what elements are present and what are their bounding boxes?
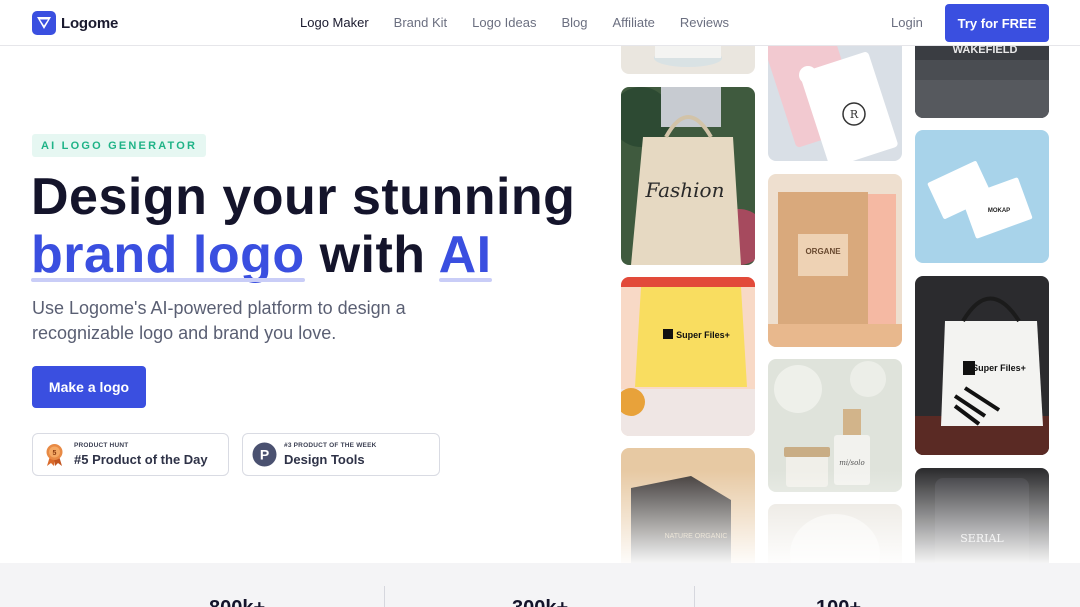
mockup-misolo-cosmetics-image: mi/solo bbox=[768, 359, 902, 492]
nav-blog[interactable]: Blog bbox=[561, 15, 587, 30]
producthunt-icon: P bbox=[252, 442, 277, 467]
hero-subtitle: Use Logome's AI-powered platform to desi… bbox=[32, 298, 406, 343]
mockup-text: Fashion bbox=[645, 178, 725, 202]
award-card-product-of-week[interactable]: P #3 PRODUCT OF THE WEEK Design Tools bbox=[242, 433, 440, 476]
nav-brand-kit[interactable]: Brand Kit bbox=[394, 15, 447, 30]
award-label: PRODUCT HUNT bbox=[74, 442, 129, 449]
mockup-text: mi/solo bbox=[839, 459, 865, 467]
mockup-super-files-tote-image: Super Files+ bbox=[915, 276, 1049, 455]
nav-reviews[interactable]: Reviews bbox=[680, 15, 729, 30]
login-link[interactable]: Login bbox=[891, 15, 923, 30]
award-title: #5 Product of the Day bbox=[74, 452, 208, 467]
mockup-text: ORGANE bbox=[805, 247, 841, 256]
nav-logo-ideas[interactable]: Logo Ideas bbox=[472, 15, 536, 30]
svg-text:R: R bbox=[850, 108, 859, 121]
stat-divider bbox=[694, 586, 695, 607]
mockup-gallery: Fashion Super Files+ NATURE ORGANIC R OR… bbox=[621, 0, 1051, 563]
mockup-text: Super Files+ bbox=[972, 363, 1026, 373]
stat-divider bbox=[384, 586, 385, 607]
top-nav-bar: Logome Logo Maker Brand Kit Logo Ideas B… bbox=[0, 0, 1080, 46]
main-nav: Logo Maker Brand Kit Logo Ideas Blog Aff… bbox=[300, 15, 754, 30]
award-card-product-of-day[interactable]: 5 PRODUCT HUNT #5 Product of the Day bbox=[32, 433, 229, 476]
mockup-mokap-cards-image: MOKAP bbox=[915, 130, 1049, 263]
nav-logo-maker[interactable]: Logo Maker bbox=[300, 15, 369, 30]
mockup-text: MOKAP bbox=[988, 208, 1010, 214]
hero-title-with: with bbox=[319, 226, 426, 284]
award-label: #3 PRODUCT OF THE WEEK bbox=[284, 442, 377, 449]
stat-value: 300k+ bbox=[512, 597, 568, 607]
stat-value: 100+ bbox=[816, 597, 861, 607]
try-for-free-button[interactable]: Try for FREE bbox=[945, 4, 1049, 42]
brand-logo[interactable]: Logome bbox=[32, 11, 118, 35]
hero-title: Design your stunning brand logo with AI bbox=[31, 168, 575, 284]
mockup-serial-bottle-image: SERIAL bbox=[915, 468, 1049, 563]
hero-title-accent-brand-logo: brand logo bbox=[31, 226, 305, 284]
mockup-fashion-tote-image: Fashion bbox=[621, 87, 755, 265]
hero-title-accent-ai: AI bbox=[438, 226, 492, 284]
mockup-cap-image bbox=[768, 504, 902, 563]
mockup-text: SERIAL bbox=[960, 532, 1004, 545]
make-a-logo-button[interactable]: Make a logo bbox=[32, 366, 146, 408]
logome-logo-icon bbox=[32, 11, 56, 35]
medal-icon: 5 bbox=[42, 442, 67, 467]
nav-affiliate[interactable]: Affiliate bbox=[613, 15, 655, 30]
mockup-super-files-box-image: Super Files+ bbox=[621, 277, 755, 436]
award-title: Design Tools bbox=[284, 452, 365, 467]
svg-text:P: P bbox=[260, 447, 269, 463]
stat-value: 800k+ bbox=[209, 597, 265, 607]
brand-name: Logome bbox=[61, 14, 119, 32]
svg-text:5: 5 bbox=[53, 450, 57, 457]
mockup-nature-organic-box-image: NATURE ORGANIC bbox=[621, 448, 755, 563]
mockup-text: NATURE ORGANIC bbox=[665, 533, 728, 540]
stats-strip: 800k+ 300k+ 100+ bbox=[0, 563, 1080, 607]
hero-title-line1: Design your stunning bbox=[31, 168, 576, 226]
hero-badge: AI LOGO GENERATOR bbox=[32, 134, 207, 157]
mockup-text: Super Files+ bbox=[676, 330, 730, 340]
mockup-organe-bag-image: ORGANE bbox=[768, 174, 902, 347]
